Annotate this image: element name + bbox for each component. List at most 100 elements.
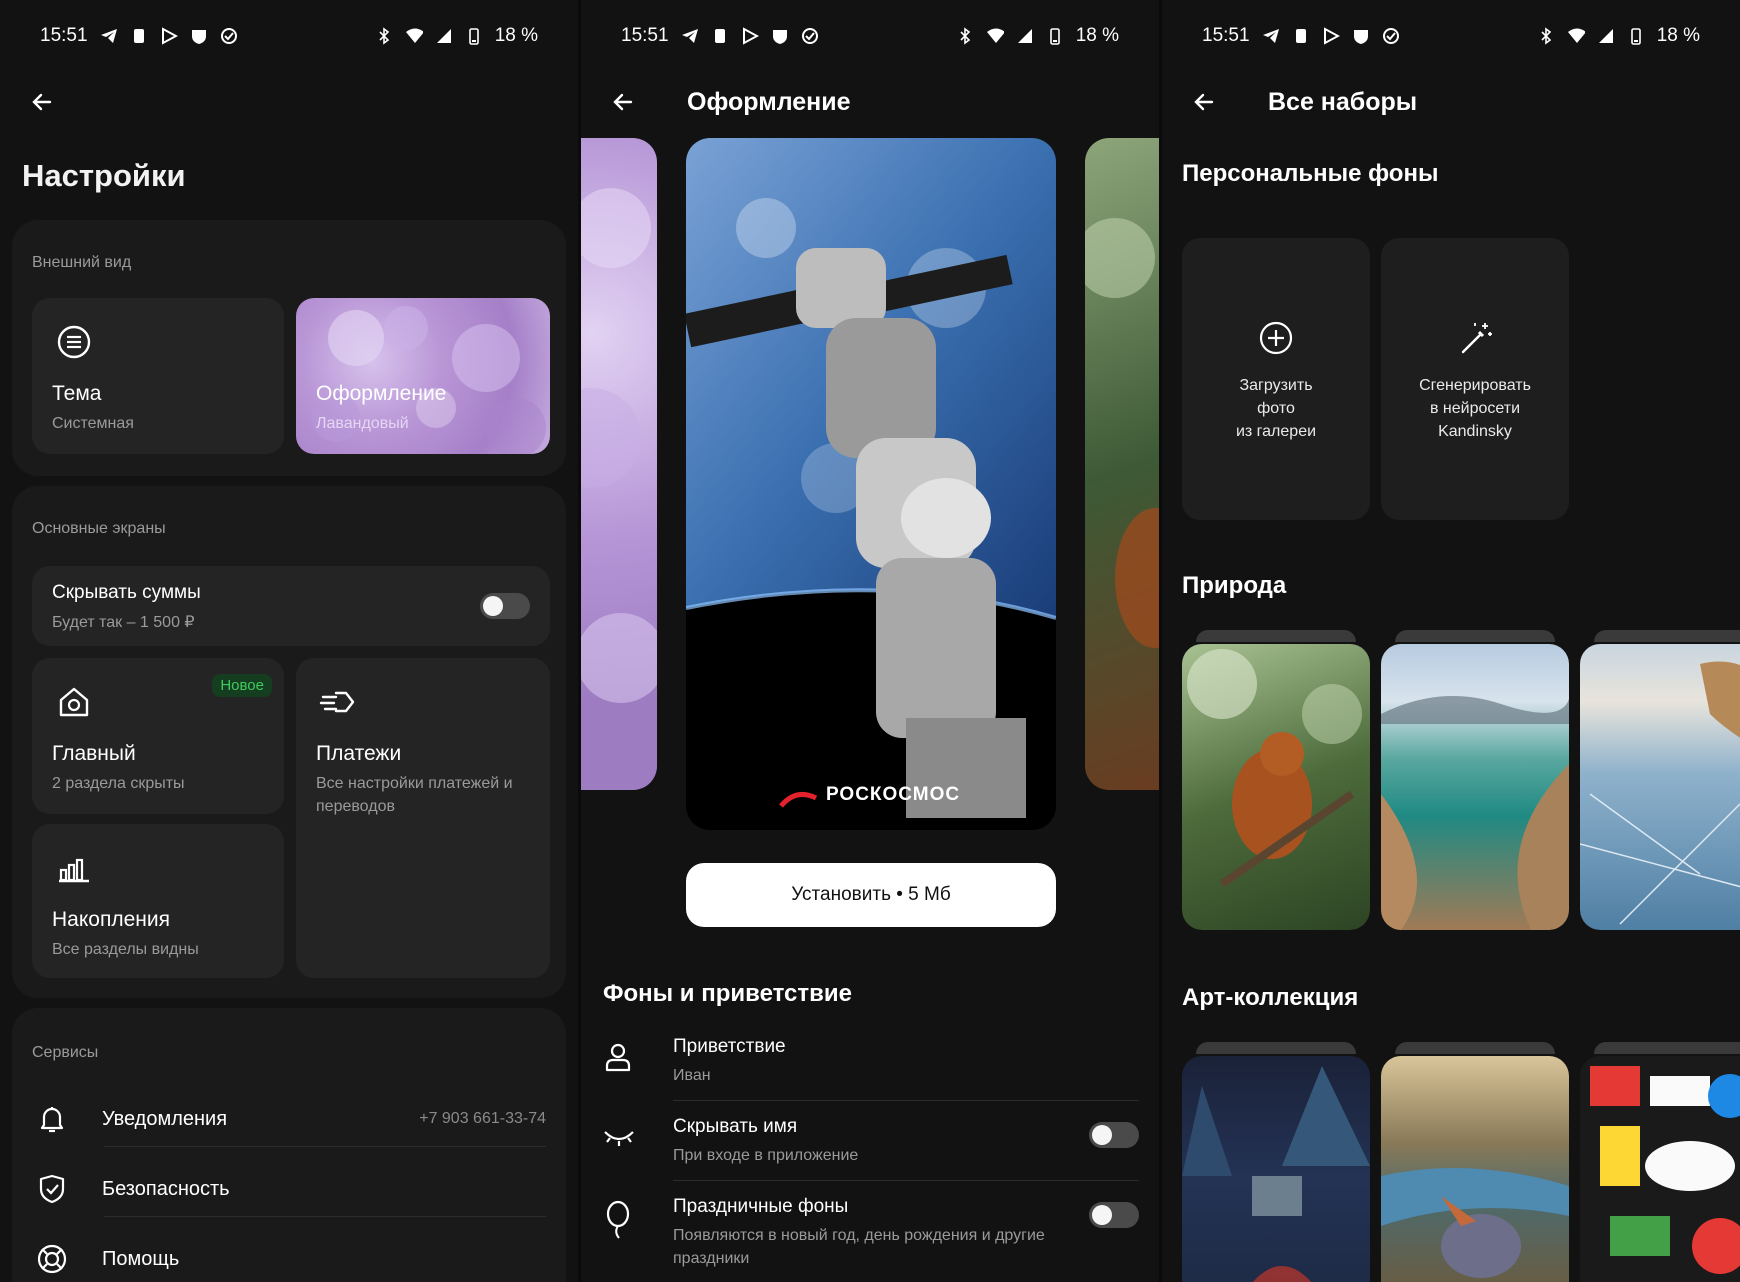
notifications-phone: +7 903 661-33-74: [419, 1110, 546, 1127]
lilac-image: [581, 188, 657, 703]
status-bar: 15:51 18 %: [1202, 22, 1700, 50]
plus-circle-icon: [1256, 318, 1296, 358]
stickers-art-image: [1590, 1066, 1740, 1274]
top-bar: Оформление: [603, 80, 1137, 124]
greeting-subtitle: Иван: [673, 1067, 711, 1084]
telegram-icon: [1262, 27, 1280, 45]
art-thumb-stickers[interactable]: [1580, 1042, 1740, 1282]
check-circle-icon: [1382, 27, 1400, 45]
back-button[interactable]: [22, 82, 62, 122]
savings-title: Накопления: [52, 908, 170, 931]
person-icon: [601, 1040, 641, 1080]
home-subtitle: 2 раздела скрыты: [52, 775, 185, 792]
greeting-row[interactable]: Приветствие Иван: [601, 1036, 1139, 1096]
hide-name-toggle[interactable]: [1089, 1122, 1139, 1148]
notifications-row[interactable]: Уведомления +7 903 661-33-74: [32, 1084, 546, 1154]
section-title-nature: Природа: [1182, 572, 1287, 599]
top-bar: Все наборы: [1184, 80, 1718, 124]
art-thumb-dragon[interactable]: [1381, 1042, 1569, 1282]
home-title: Главный: [52, 742, 136, 765]
status-time: 15:51: [1202, 25, 1250, 46]
security-row[interactable]: Безопасность: [32, 1154, 546, 1224]
arrow-left-icon: [1194, 93, 1214, 111]
divider: [673, 1100, 1139, 1101]
battery-percent: 18 %: [1656, 25, 1700, 46]
nature-thumb-lake[interactable]: [1381, 630, 1569, 930]
install-button[interactable]: Установить • 5 Мб: [686, 863, 1056, 927]
ice-image: [1580, 661, 1740, 925]
shield-small-icon: [190, 27, 208, 45]
section-title-personal: Персональные фоны: [1182, 160, 1439, 187]
notification-icon: [1292, 27, 1310, 45]
home-tile[interactable]: Новое Главный 2 раздела скрыты: [32, 658, 284, 814]
settings-screen: 15:51 18 % Настройки Внешний вид Тема Си…: [0, 0, 578, 1282]
status-time: 15:51: [40, 25, 88, 46]
hide-name-row[interactable]: Скрывать имя При входе в приложение: [601, 1116, 1139, 1176]
telegram-icon: [100, 27, 118, 45]
theme-tile[interactable]: Тема Системная: [32, 298, 284, 454]
wifi-icon: [1567, 27, 1585, 45]
hide-sums-row[interactable]: Скрывать суммы Будет так – 1 500 ₽: [32, 566, 550, 646]
holiday-toggle[interactable]: [1089, 1202, 1139, 1228]
arrow-left-icon: [32, 93, 52, 111]
generate-kandinsky-label: Сгенерировать в нейросети Kandinsky: [1419, 377, 1531, 440]
payments-subtitle: Все настройки платежей и переводов: [316, 775, 513, 815]
lake-image: [1381, 696, 1569, 930]
shield-small-icon: [1352, 27, 1370, 45]
theme-title: Тема: [52, 382, 102, 405]
wifi-icon: [405, 27, 423, 45]
design-title: Оформление: [316, 382, 447, 405]
shield-icon: [32, 1169, 72, 1209]
design-tile[interactable]: Оформление Лавандовый: [296, 298, 550, 454]
services-section: Сервисы Уведомления +7 903 661-33-74 Без…: [12, 1008, 566, 1282]
wallpaper-card-lavender[interactable]: [581, 138, 657, 790]
design-screen: 15:51 18 % Оформление РОСКОСМОС Установи…: [581, 0, 1159, 1282]
savings-tile[interactable]: Накопления Все разделы видны: [32, 824, 284, 978]
design-subtitle: Лавандовый: [316, 415, 409, 432]
transfer-arrow-icon: [318, 682, 358, 722]
back-button[interactable]: [603, 82, 643, 122]
wallpaper-card-nature[interactable]: [1085, 138, 1159, 790]
divider: [104, 1216, 546, 1217]
payments-title: Платежи: [316, 742, 402, 765]
page-title: Все наборы: [1268, 87, 1418, 116]
help-label: Помощь: [102, 1247, 180, 1270]
main-screens-section: Основные экраны Скрывать суммы Будет так…: [12, 486, 566, 998]
theme-subtitle: Системная: [52, 415, 134, 432]
dragon-art-image: [1381, 1168, 1569, 1278]
payments-tile[interactable]: Платежи Все настройки платежей и перевод…: [296, 658, 550, 978]
art-thumb-forest[interactable]: [1182, 1042, 1370, 1282]
upload-photo-tile[interactable]: Загрузить фото из галереи: [1182, 238, 1370, 520]
back-button[interactable]: [1184, 82, 1224, 122]
security-label: Безопасность: [102, 1177, 230, 1200]
nature-thumb-ice[interactable]: [1580, 630, 1740, 930]
lifebuoy-icon: [32, 1239, 72, 1279]
divider: [673, 1180, 1139, 1181]
signal-icon: [435, 27, 453, 45]
help-row[interactable]: Помощь: [32, 1224, 546, 1282]
hide-sums-title: Скрывать суммы: [52, 582, 201, 603]
play-icon: [160, 27, 178, 45]
upload-photo-label: Загрузить фото из галереи: [1235, 377, 1317, 440]
battery-percent: 18 %: [494, 25, 538, 46]
wallpaper-card-space[interactable]: РОСКОСМОС: [686, 138, 1056, 830]
signal-icon: [1016, 27, 1034, 45]
holiday-title: Праздничные фоны: [673, 1196, 849, 1217]
holiday-subtitle: Появляются в новый год, день рождения и …: [673, 1227, 1045, 1267]
page-title: Оформление: [687, 87, 851, 116]
section-label-services: Сервисы: [32, 1044, 99, 1061]
nature-thumb-squirrel[interactable]: [1182, 630, 1370, 930]
holiday-backgrounds-row[interactable]: Праздничные фоны Появляются в новый год,…: [601, 1196, 1139, 1276]
savings-subtitle: Все разделы видны: [52, 941, 199, 958]
status-bar: 15:51 18 %: [621, 22, 1119, 50]
hide-sums-toggle[interactable]: [480, 593, 530, 619]
section-label-main-screens: Основные экраны: [32, 520, 166, 537]
new-badge: Новое: [212, 674, 272, 697]
generate-kandinsky-tile[interactable]: Сгенерировать в нейросети Kandinsky: [1381, 238, 1569, 520]
magic-wand-icon: [1455, 318, 1495, 358]
hide-sums-subtitle: Будет так – 1 500 ₽: [52, 614, 195, 631]
space-station-image: [686, 138, 1056, 818]
hide-name-title: Скрывать имя: [673, 1116, 798, 1137]
notifications-label: Уведомления: [102, 1107, 228, 1130]
check-circle-icon: [220, 27, 238, 45]
